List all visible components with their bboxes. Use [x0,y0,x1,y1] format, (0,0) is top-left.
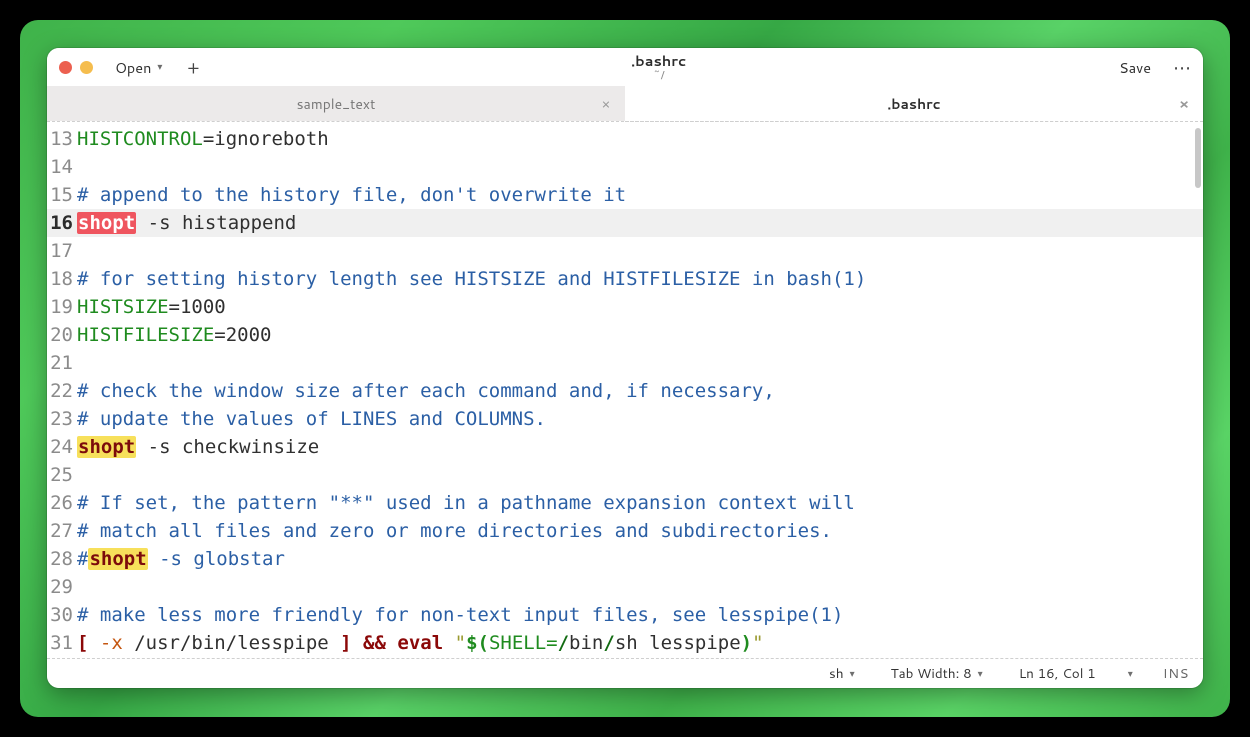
plus-icon: + [187,54,199,80]
tab-width-label: Tab Width: 8 [891,664,972,683]
code-line[interactable]: 27# match all files and zero or more dir… [47,517,1203,545]
line-number: 15 [47,181,77,209]
code-line[interactable]: 19HISTSIZE=1000 [47,293,1203,321]
line-number: 24 [47,433,77,461]
gedit-window: Open ▾ + .bashrc ~/ Save ⋯ sample_text × [47,48,1203,688]
code-line[interactable]: 22# check the window size after each com… [47,377,1203,405]
code-text[interactable]: # match all files and zero or more direc… [77,517,832,545]
window-controls [53,61,99,74]
line-number: 14 [47,153,77,181]
line-number: 31 [47,629,77,657]
line-number: 22 [47,377,77,405]
code-area[interactable]: 13HISTCONTROL=ignoreboth1415# append to … [47,122,1203,658]
line-number: 18 [47,265,77,293]
code-text[interactable]: #shopt -s globstar [77,545,285,573]
save-button-label: Save [1119,57,1151,78]
code-line[interactable]: 25 [47,461,1203,489]
goto-line-button[interactable]: Ln 16, Col 1 ▾ [1013,662,1139,685]
hamburger-menu-button[interactable]: ⋯ [1167,53,1197,81]
line-number: 17 [47,237,77,265]
code-text[interactable]: HISTSIZE=1000 [77,293,226,321]
status-bar: sh ▾ Tab Width: 8 ▾ Ln 16, Col 1 ▾ INS [47,658,1203,688]
code-text[interactable]: # append to the history file, don't over… [77,181,626,209]
close-window-button[interactable] [59,61,72,74]
save-button[interactable]: Save [1109,53,1161,82]
line-number: 21 [47,349,77,377]
line-number: 23 [47,405,77,433]
code-line[interactable]: 20HISTFILESIZE=2000 [47,321,1203,349]
chevron-down-icon: ▾ [850,667,855,681]
code-line[interactable]: 14 [47,153,1203,181]
editor-area[interactable]: 13HISTCONTROL=ignoreboth1415# append to … [47,122,1203,658]
code-line[interactable]: 18# for setting history length see HISTS… [47,265,1203,293]
close-icon[interactable]: × [597,95,615,113]
code-text[interactable]: HISTCONTROL=ignoreboth [77,125,329,153]
more-icon: ⋯ [1173,54,1191,80]
code-line[interactable]: 30# make less more friendly for non-text… [47,601,1203,629]
code-line[interactable]: 21 [47,349,1203,377]
chevron-down-icon: ▾ [1128,667,1133,681]
code-line[interactable]: 29 [47,573,1203,601]
tab-width-selector[interactable]: Tab Width: 8 ▾ [885,662,989,685]
code-text[interactable]: HISTFILESIZE=2000 [77,321,271,349]
open-button[interactable]: Open ▾ [105,53,172,82]
language-label: sh [829,664,844,683]
open-button-label: Open [115,57,151,78]
code-text[interactable]: # for setting history length see HISTSIZ… [77,265,866,293]
document-folder: ~/ [653,69,665,82]
line-number: 16 [47,209,77,237]
header-bar: Open ▾ + .bashrc ~/ Save ⋯ [47,48,1203,86]
line-number: 29 [47,573,77,601]
desktop-background: Open ▾ + .bashrc ~/ Save ⋯ sample_text × [20,20,1230,717]
code-line[interactable]: 13HISTCONTROL=ignoreboth [47,125,1203,153]
code-text[interactable]: shopt -s checkwinsize [77,433,319,461]
code-text[interactable]: # make less more friendly for non-text i… [77,601,843,629]
chevron-down-icon: ▾ [157,60,162,74]
code-line[interactable]: 23# update the values of LINES and COLUM… [47,405,1203,433]
tab-bashrc[interactable]: .bashrc × [625,86,1203,121]
cursor-position: Ln 16, Col 1 [1019,664,1096,683]
code-text[interactable]: # If set, the pattern "**" used in a pat… [77,489,855,517]
line-number: 25 [47,461,77,489]
code-line[interactable]: 26# If set, the pattern "**" used in a p… [47,489,1203,517]
line-number: 28 [47,545,77,573]
insert-mode-indicator: INS [1163,664,1189,683]
minimize-window-button[interactable] [80,61,93,74]
code-line[interactable]: 28#shopt -s globstar [47,545,1203,573]
code-text[interactable]: [ -x /usr/bin/lesspipe ] && eval "$(SHEL… [77,629,764,657]
tab-bar: sample_text × .bashrc × [47,86,1203,122]
code-line[interactable]: 31[ -x /usr/bin/lesspipe ] && eval "$(SH… [47,629,1203,657]
line-number: 19 [47,293,77,321]
window-title: .bashrc ~/ [214,53,1103,82]
line-number: 13 [47,125,77,153]
code-text[interactable]: # update the values of LINES and COLUMNS… [77,405,546,433]
close-icon[interactable]: × [1175,95,1193,113]
tab-sample-text[interactable]: sample_text × [47,86,625,121]
line-number: 30 [47,601,77,629]
code-line[interactable]: 16shopt -s histappend [47,209,1203,237]
code-line[interactable]: 24shopt -s checkwinsize [47,433,1203,461]
tab-label: sample_text [297,94,376,114]
code-text[interactable]: # check the window size after each comma… [77,377,775,405]
language-selector[interactable]: sh ▾ [823,662,861,685]
line-number: 27 [47,517,77,545]
code-text[interactable]: shopt -s histappend [77,209,296,237]
code-line[interactable]: 15# append to the history file, don't ov… [47,181,1203,209]
code-line[interactable]: 17 [47,237,1203,265]
new-tab-button[interactable]: + [178,53,208,81]
tab-label: .bashrc [887,94,940,114]
chevron-down-icon: ▾ [978,667,983,681]
line-number: 20 [47,321,77,349]
line-number: 26 [47,489,77,517]
